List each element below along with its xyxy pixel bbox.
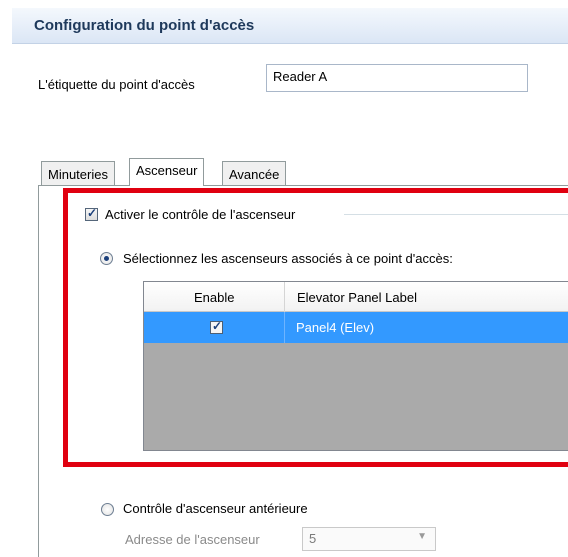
tab-minuteries[interactable]: Minuteries: [41, 161, 115, 185]
access-point-label: L'étiquette du point d'accès: [38, 77, 195, 92]
highlight-frame: [63, 188, 568, 467]
tab-avancee[interactable]: Avancée: [222, 161, 287, 185]
legacy-elevator-label: Contrôle d'ascenseur antérieure: [123, 501, 308, 516]
elevator-address-select[interactable]: 5 ▼: [302, 527, 436, 551]
tab-ascenseur[interactable]: Ascenseur: [129, 158, 205, 186]
legacy-elevator-radio[interactable]: [101, 503, 114, 516]
access-point-input[interactable]: Reader A: [266, 64, 528, 92]
elevator-address-value: 5: [309, 531, 317, 546]
elevator-address-label: Adresse de l'ascenseur: [125, 532, 260, 547]
dialog-header: Configuration du point d'accès: [12, 8, 568, 44]
dialog-title: Configuration du point d'accès: [34, 17, 255, 34]
chevron-down-icon: ▼: [417, 531, 427, 542]
